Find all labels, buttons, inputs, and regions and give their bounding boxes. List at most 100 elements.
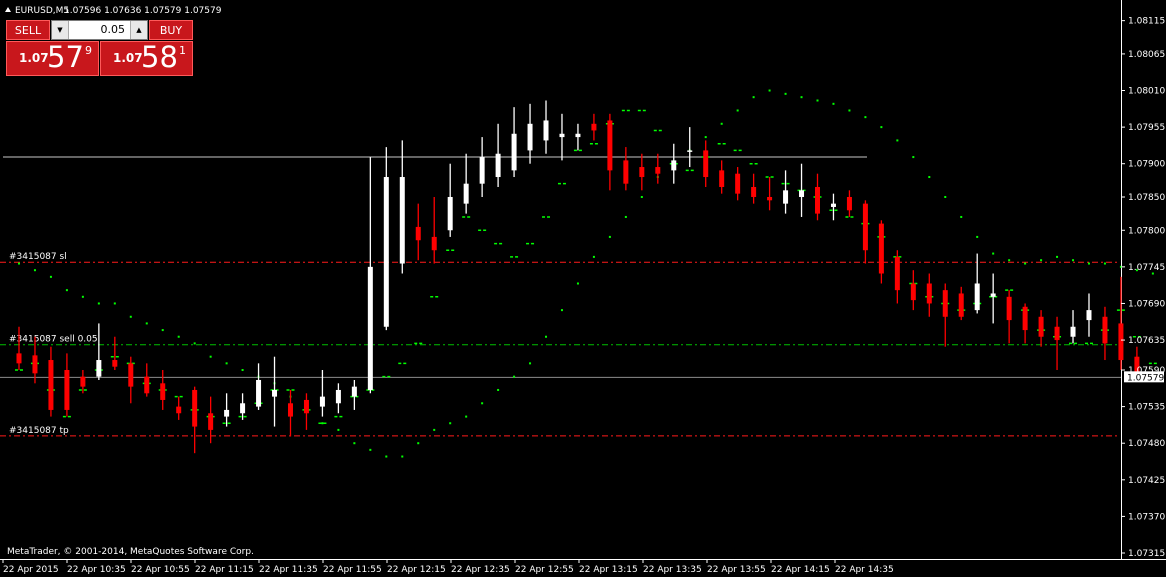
sar-dot: [560, 309, 563, 312]
candle[interactable]: [846, 190, 852, 217]
candle[interactable]: [687, 127, 693, 168]
sar-dot: [33, 269, 36, 272]
y-tick-label: 1.08065: [1128, 50, 1165, 60]
candle[interactable]: [495, 123, 501, 188]
candle[interactable]: [335, 383, 341, 414]
y-tick-label: 1.07850: [1128, 193, 1165, 203]
candle-body: [1006, 296, 1012, 321]
candle-body: [591, 123, 597, 131]
collapse-arrow-icon[interactable]: [5, 7, 11, 12]
candle[interactable]: [719, 160, 725, 194]
candle[interactable]: [415, 203, 421, 261]
sar-dot: [928, 176, 931, 179]
sell-button[interactable]: SELL: [6, 20, 50, 40]
candle-body: [527, 123, 533, 151]
candle[interactable]: [192, 386, 198, 454]
candle[interactable]: [367, 157, 373, 394]
candle[interactable]: [591, 113, 597, 141]
candle-body: [479, 157, 485, 184]
candle[interactable]: [112, 336, 118, 371]
candle[interactable]: [511, 107, 517, 178]
candle[interactable]: [958, 286, 964, 321]
candle[interactable]: [128, 356, 134, 404]
candle-body: [447, 196, 453, 231]
candle[interactable]: [48, 346, 54, 417]
lot-size-field[interactable]: ▼ 0.05 ▲: [51, 20, 148, 40]
candle[interactable]: [1006, 290, 1012, 344]
candle[interactable]: [144, 363, 150, 397]
candle[interactable]: [910, 270, 916, 311]
candle[interactable]: [399, 140, 405, 274]
candle[interactable]: [1086, 293, 1092, 337]
candle[interactable]: [894, 250, 900, 304]
candle[interactable]: [256, 363, 262, 410]
candle[interactable]: [878, 220, 884, 284]
x-axis-ticks: 22 Apr 2015 22 Apr 10:35 22 Apr 10:55 22 Ap…: [2, 559, 894, 575]
candle[interactable]: [990, 273, 996, 324]
candle[interactable]: [607, 113, 613, 191]
y-tick-label: 1.07535: [1128, 403, 1165, 413]
candle[interactable]: [96, 323, 102, 380]
candle[interactable]: [671, 143, 677, 184]
sell-price-box[interactable]: 1.07 57 9: [6, 40, 99, 76]
candle[interactable]: [623, 147, 629, 191]
candle[interactable]: [287, 389, 293, 437]
candle[interactable]: [431, 196, 437, 264]
candle[interactable]: [862, 200, 868, 264]
candle[interactable]: [303, 393, 309, 430]
candle[interactable]: [783, 170, 789, 214]
candle[interactable]: [351, 379, 357, 410]
sar-dot: [736, 109, 739, 112]
candle[interactable]: [1118, 276, 1124, 371]
candle[interactable]: [463, 153, 469, 214]
candle[interactable]: [176, 396, 182, 420]
candle[interactable]: [926, 273, 932, 317]
lot-size-value[interactable]: 0.05: [101, 21, 126, 39]
sar-dot: [65, 289, 68, 292]
candle[interactable]: [272, 356, 278, 427]
candle-body: [80, 376, 86, 387]
candle[interactable]: [767, 177, 773, 211]
lot-increase-arrow-icon[interactable]: ▲: [130, 21, 147, 39]
candle[interactable]: [16, 326, 22, 371]
candle[interactable]: [160, 370, 166, 410]
candle[interactable]: [639, 153, 645, 191]
candle-body: [240, 403, 246, 414]
x-tick-label: 22 Apr 14:35: [835, 565, 894, 575]
sar-dot: [768, 89, 771, 92]
sar-dot: [1103, 262, 1106, 265]
buy-price-box[interactable]: 1.07 58 1: [100, 40, 193, 76]
candle[interactable]: [703, 140, 709, 188]
candle[interactable]: [527, 103, 533, 164]
candle[interactable]: [815, 173, 820, 221]
candle[interactable]: [383, 147, 389, 331]
buy-button[interactable]: BUY: [149, 20, 193, 40]
candle[interactable]: [830, 193, 836, 221]
candle-body: [144, 376, 150, 394]
candle[interactable]: [942, 283, 948, 347]
chart-symbol-title: EURUSD,M5: [15, 6, 69, 16]
candle[interactable]: [1102, 306, 1108, 361]
candle[interactable]: [799, 163, 805, 217]
candle[interactable]: [1070, 310, 1076, 344]
candle[interactable]: [575, 123, 581, 151]
price-chart[interactable]: #3415087 sl #3415087 sell 0.05 #3415087 …: [0, 0, 1166, 577]
candle[interactable]: [559, 113, 565, 161]
candle[interactable]: [655, 153, 661, 184]
candle[interactable]: [479, 137, 485, 197]
candle[interactable]: [1054, 316, 1060, 371]
candle[interactable]: [447, 163, 453, 237]
candle[interactable]: [735, 167, 741, 201]
candle[interactable]: [1022, 303, 1028, 344]
candle-body: [1054, 326, 1060, 341]
sar-dot: [752, 96, 755, 99]
candle[interactable]: [543, 100, 549, 154]
lot-decrease-arrow-icon[interactable]: ▼: [52, 21, 69, 39]
candle[interactable]: [224, 393, 230, 427]
candle-body: [910, 283, 916, 301]
candle-body: [511, 133, 517, 171]
candle[interactable]: [1038, 310, 1044, 347]
candle[interactable]: [751, 173, 757, 204]
copyright-text: MetaTrader, © 2001-2014, MetaQuotes Soft…: [7, 547, 254, 557]
candle[interactable]: [64, 353, 70, 417]
